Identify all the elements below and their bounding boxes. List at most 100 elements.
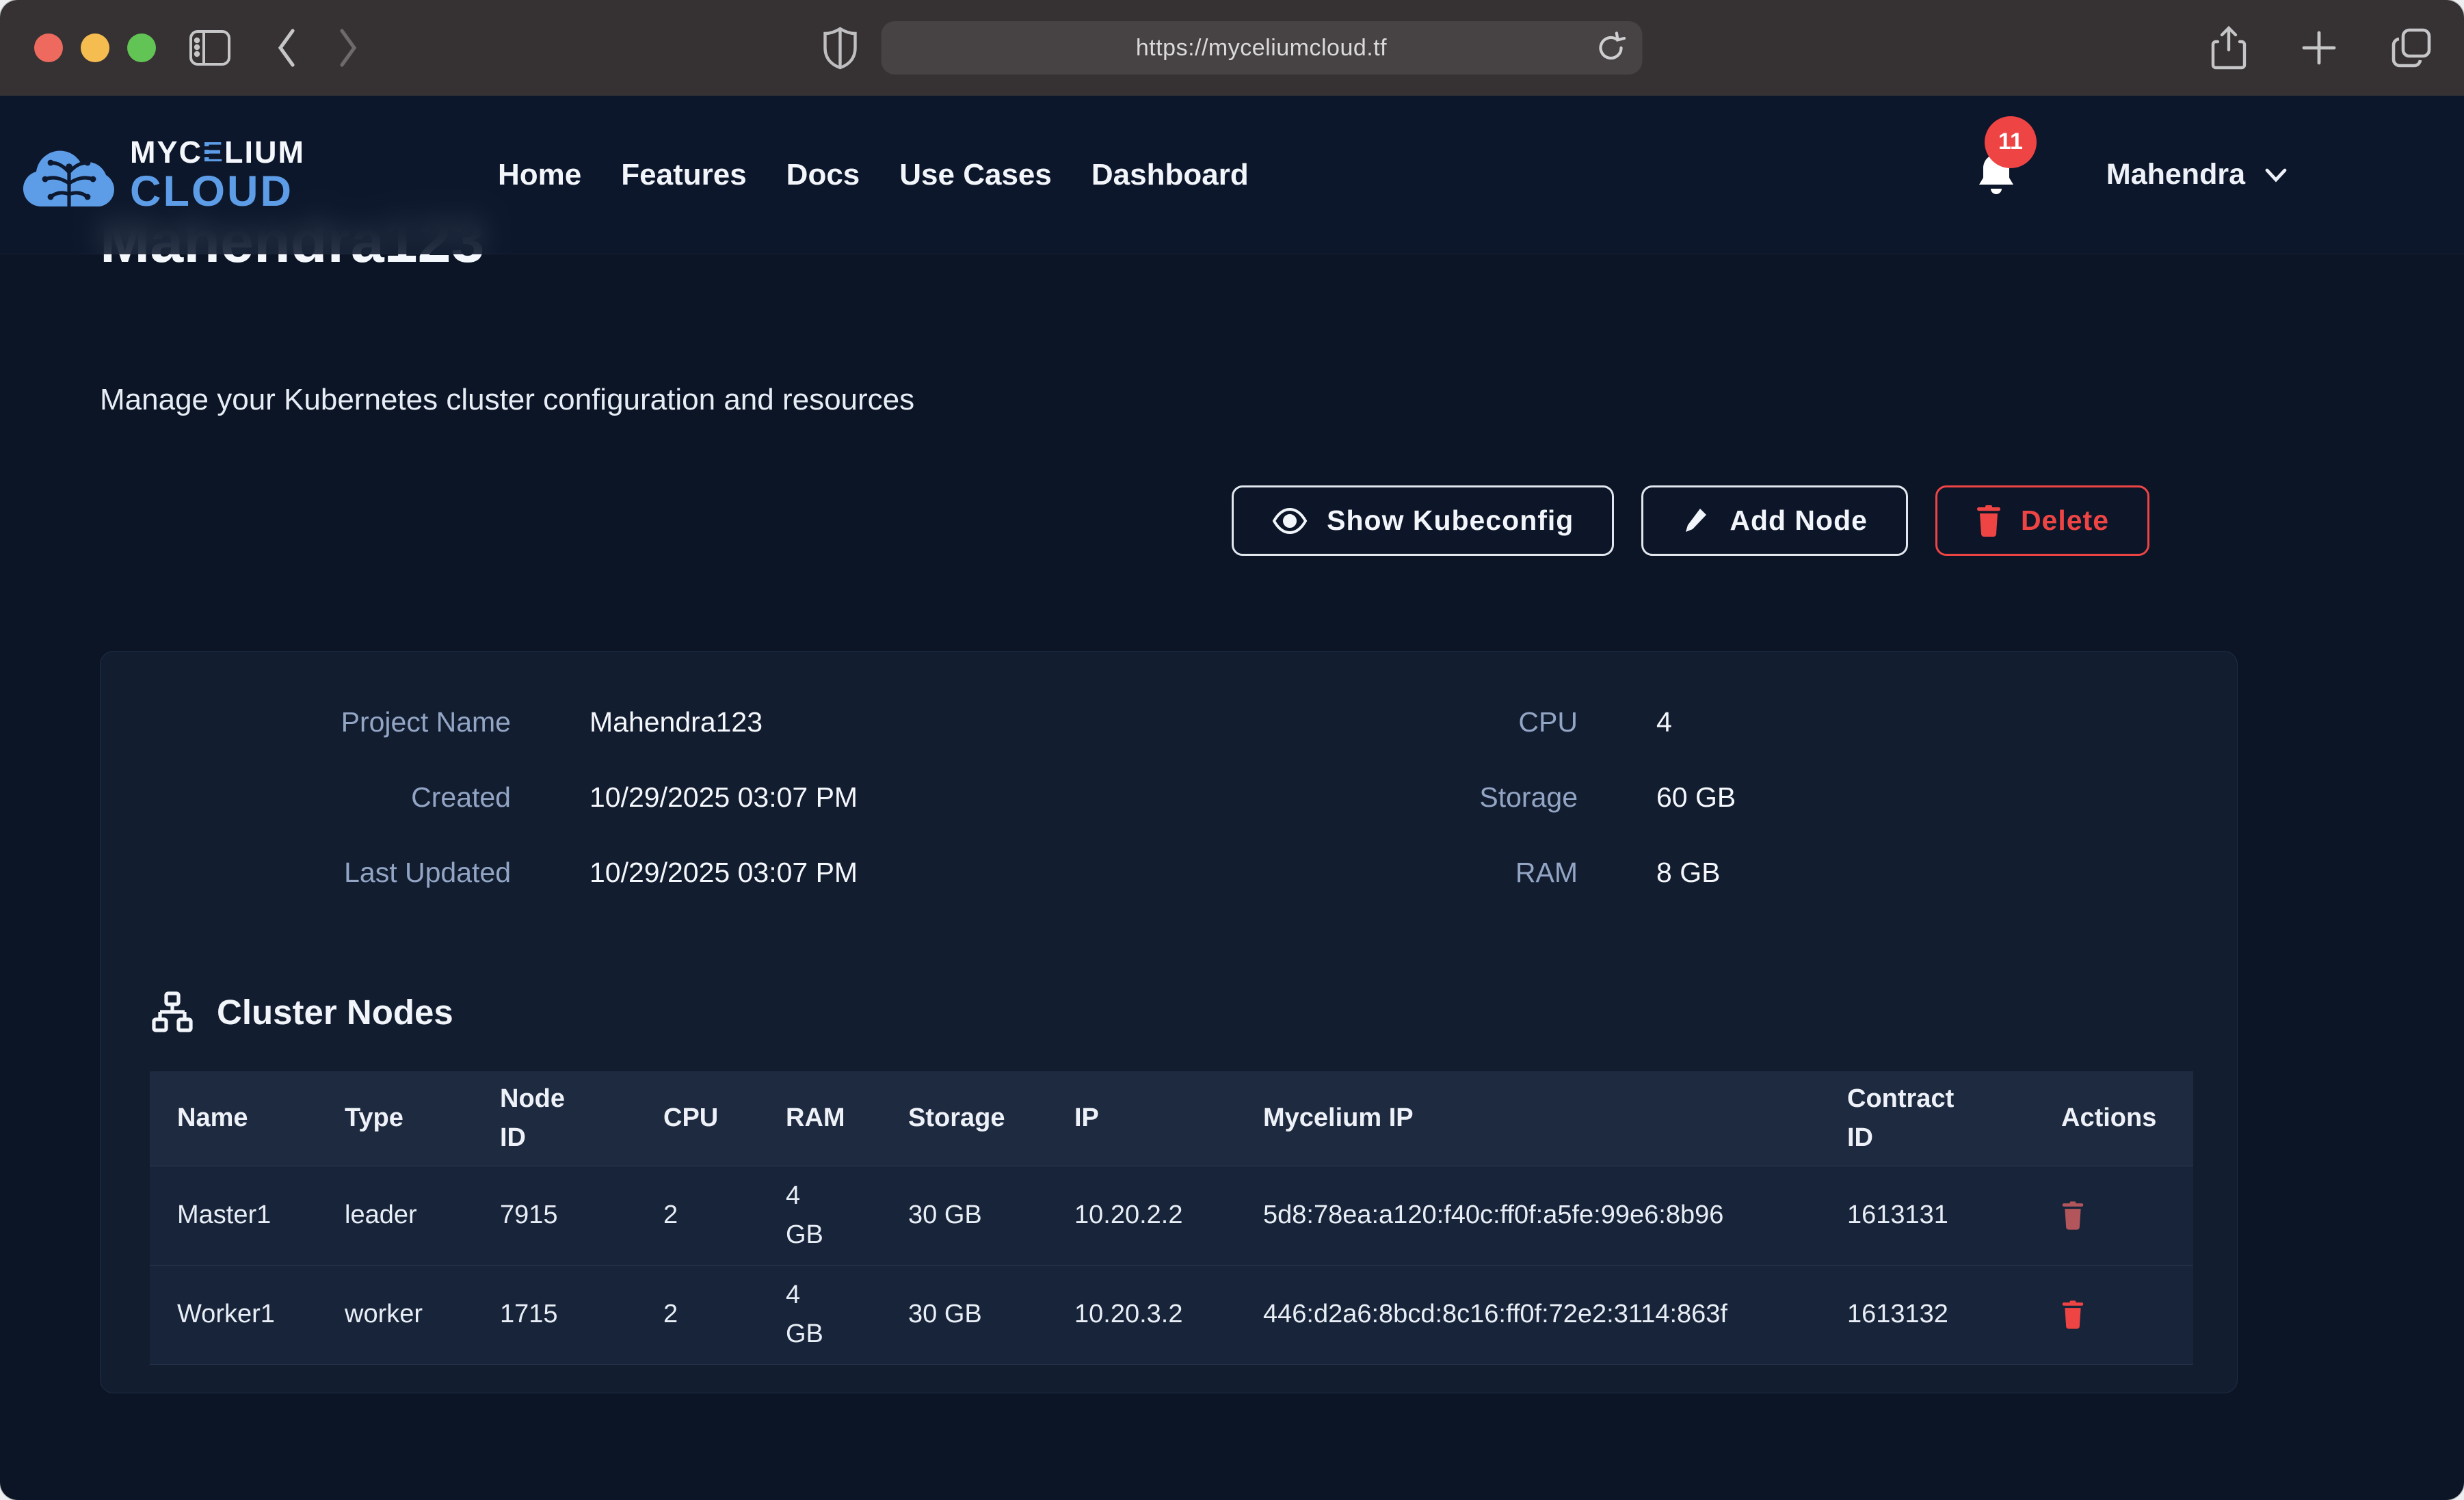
pencil-icon (1682, 505, 1710, 537)
nav-link-dashboard[interactable]: Dashboard (1091, 158, 1249, 192)
screenshot-canvas: https://myceliumcloud.tf (0, 0, 2464, 1500)
delete-node-button[interactable] (2061, 1201, 2084, 1230)
cluster-nodes-title: Cluster Nodes (217, 992, 453, 1032)
page-subtitle: Manage your Kubernetes cluster configura… (100, 383, 914, 417)
delete-cluster-button[interactable]: Delete (1935, 485, 2149, 556)
back-icon[interactable] (274, 27, 300, 69)
nav-link-home[interactable]: Home (498, 158, 581, 192)
zoom-window-button[interactable] (127, 34, 156, 62)
cell-contract-id: 1613132 (1820, 1265, 2034, 1364)
url-input[interactable]: https://myceliumcloud.tf (881, 21, 1642, 75)
detail-value-storage: 60 GB (1578, 781, 2237, 814)
table-row: Worker1 worker 1715 2 4 GB 30 GB 10.20.3… (150, 1265, 2193, 1364)
detail-label: Storage (1157, 781, 1578, 814)
brand-wordmark: MYCELIUM CLOUD (130, 137, 305, 213)
stylized-e: E (202, 135, 224, 170)
cell-cpu: 2 (636, 1265, 758, 1364)
cell-actions (2034, 1166, 2193, 1265)
nav-right: 11 Mahendra (1975, 152, 2288, 198)
trash-icon (1976, 505, 2002, 537)
eye-icon (1272, 507, 1308, 535)
notifications-button[interactable]: 11 (1975, 152, 2017, 198)
forward-icon[interactable] (335, 27, 361, 69)
cell-type: leader (317, 1166, 473, 1265)
cell-ram: 4 GB (758, 1166, 881, 1265)
col-storage: Storage (881, 1071, 1047, 1166)
cloud-logo-icon (21, 139, 118, 211)
close-window-button[interactable] (34, 34, 63, 62)
share-icon[interactable] (2211, 25, 2247, 70)
toolbar-right (2211, 25, 2431, 70)
detail-value-last-updated: 10/29/2025 03:07 PM (511, 857, 1157, 889)
cell-storage: 30 GB (881, 1265, 1047, 1364)
nodes-table: Name Type Node ID CPU RAM Storage IP Myc… (150, 1071, 2193, 1365)
delete-label: Delete (2021, 505, 2109, 537)
table-header-row: Name Type Node ID CPU RAM Storage IP Myc… (150, 1071, 2193, 1166)
delete-node-button[interactable] (2061, 1300, 2084, 1329)
new-tab-icon[interactable] (2300, 29, 2338, 67)
detail-value-ram: 8 GB (1578, 857, 2237, 889)
detail-label: Last Updated (101, 857, 511, 889)
tabs-overview-icon[interactable] (2392, 28, 2431, 68)
detail-label: RAM (1157, 857, 1578, 889)
col-type: Type (317, 1071, 473, 1166)
detail-value-created: 10/29/2025 03:07 PM (511, 781, 1157, 814)
cell-name: Master1 (150, 1166, 317, 1265)
traffic-lights (34, 34, 156, 62)
col-ip: IP (1047, 1071, 1236, 1166)
col-ram: RAM (758, 1071, 881, 1166)
trash-icon (2061, 1300, 2084, 1329)
chevron-down-icon (2264, 168, 2288, 183)
col-cpu: CPU (636, 1071, 758, 1166)
sidebar-toggle-icon[interactable] (189, 29, 231, 66)
privacy-shield-icon[interactable] (822, 26, 858, 70)
nav-link-features[interactable]: Features (621, 158, 746, 192)
page-viewport: Mahendra123 Manage your Kubernetes clust… (0, 96, 2464, 1500)
col-actions: Actions (2034, 1071, 2193, 1166)
browser-toolbar: https://myceliumcloud.tf (0, 0, 2464, 96)
nav-link-use-cases[interactable]: Use Cases (899, 158, 1052, 192)
cell-node-id: 7915 (473, 1166, 636, 1265)
network-nodes-icon (151, 991, 194, 1033)
detail-label: Project Name (101, 706, 511, 738)
cell-node-id: 1715 (473, 1265, 636, 1364)
trash-icon (2061, 1201, 2084, 1230)
cluster-details-grid: Project Name Mahendra123 CPU 4 Created 1… (101, 652, 2237, 932)
cell-actions (2034, 1265, 2193, 1364)
user-name: Mahendra (2106, 158, 2245, 191)
add-node-label: Add Node (1730, 505, 1868, 537)
nodes-table-wrap: Name Type Node ID CPU RAM Storage IP Myc… (150, 1071, 2192, 1365)
table-row: Master1 leader 7915 2 4 GB 30 GB 10.20.2… (150, 1166, 2193, 1265)
cell-cpu: 2 (636, 1166, 758, 1265)
reload-icon[interactable] (1595, 31, 1626, 64)
brand-logo[interactable]: MYCELIUM CLOUD (21, 137, 305, 213)
cluster-nodes-heading: Cluster Nodes (151, 991, 2237, 1033)
cluster-actions: Show Kubeconfig Add Node (1232, 485, 2149, 556)
browser-window: https://myceliumcloud.tf (0, 0, 2464, 1500)
detail-label: CPU (1157, 706, 1578, 738)
col-mycelium-ip: Mycelium IP (1236, 1071, 1820, 1166)
cell-contract-id: 1613131 (1820, 1166, 2034, 1265)
minimize-window-button[interactable] (81, 34, 109, 62)
user-menu[interactable]: Mahendra (2106, 158, 2288, 191)
cluster-details-panel: Project Name Mahendra123 CPU 4 Created 1… (100, 651, 2238, 1393)
detail-value-project-name: Mahendra123 (511, 706, 1157, 738)
col-name: Name (150, 1071, 317, 1166)
cell-type: worker (317, 1265, 473, 1364)
add-node-button[interactable]: Add Node (1641, 485, 1908, 556)
show-kubeconfig-button[interactable]: Show Kubeconfig (1232, 485, 1614, 556)
cell-mycelium-ip: 446:d2a6:8bcd:8c16:ff0f:72e2:3114:863f (1236, 1265, 1820, 1364)
nav-link-docs[interactable]: Docs (786, 158, 860, 192)
detail-label: Created (101, 781, 511, 814)
nav-links: Home Features Docs Use Cases Dashboard (498, 158, 1249, 192)
col-node-id: Node ID (473, 1071, 636, 1166)
col-contract-id: Contract ID (1820, 1071, 2034, 1166)
detail-value-cpu: 4 (1578, 706, 2237, 738)
show-kubeconfig-label: Show Kubeconfig (1327, 505, 1574, 537)
cell-ram: 4 GB (758, 1265, 881, 1364)
cell-storage: 30 GB (881, 1166, 1047, 1265)
address-bar-zone: https://myceliumcloud.tf (822, 21, 1642, 75)
url-text: https://myceliumcloud.tf (1136, 35, 1387, 62)
cell-ip: 10.20.3.2 (1047, 1265, 1236, 1364)
cell-name: Worker1 (150, 1265, 317, 1364)
